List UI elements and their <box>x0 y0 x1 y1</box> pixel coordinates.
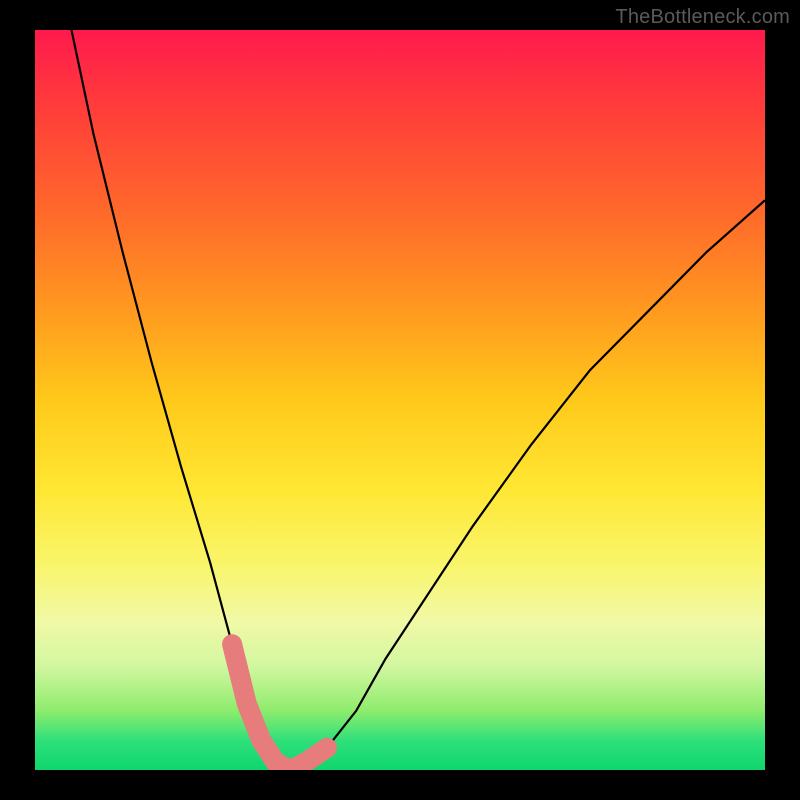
bottleneck-curve <box>72 30 766 770</box>
watermark-text: TheBottleneck.com <box>615 6 790 29</box>
curve-layer <box>35 30 765 770</box>
chart-frame: TheBottleneck.com <box>0 0 800 800</box>
highlight-band <box>232 644 327 770</box>
